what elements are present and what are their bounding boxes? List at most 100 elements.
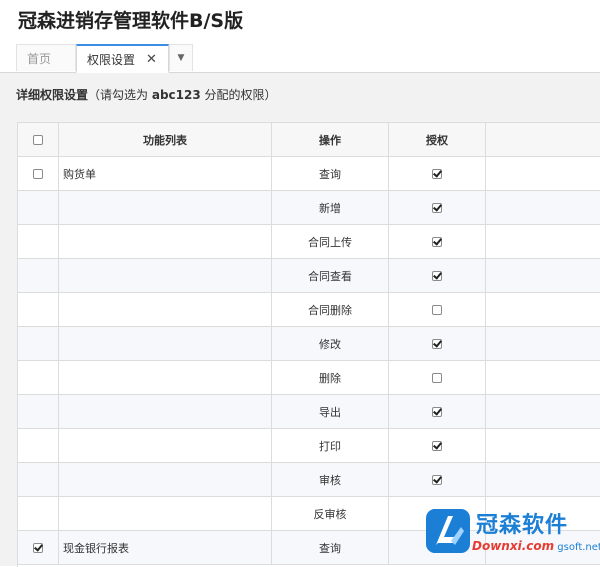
authorization-cell	[389, 191, 486, 225]
row-filler	[486, 191, 600, 225]
operation-cell: 打印	[272, 429, 389, 463]
row-select-cell	[18, 429, 59, 463]
table-row: 打印	[18, 429, 600, 463]
hint-close: 分配的权限）	[205, 88, 277, 102]
authorization-checkbox[interactable]	[432, 305, 442, 315]
function-cell	[59, 497, 272, 531]
table-row: 合同删除	[18, 293, 600, 327]
row-select-cell	[18, 497, 59, 531]
row-select-checkbox[interactable]	[33, 543, 43, 553]
tab-home[interactable]: 首页	[16, 44, 76, 71]
authorization-checkbox[interactable]	[432, 339, 442, 349]
function-name	[59, 371, 63, 384]
table-row: 导出	[18, 395, 600, 429]
function-cell	[59, 327, 272, 361]
function-cell	[59, 395, 272, 429]
select-all-checkbox[interactable]	[33, 135, 43, 145]
authorization-checkbox[interactable]	[432, 407, 442, 417]
header-filler	[486, 123, 600, 157]
table-row: 审核	[18, 463, 600, 497]
authorization-cell	[389, 157, 486, 191]
function-cell	[59, 463, 272, 497]
header-select-cell	[18, 123, 59, 157]
row-select-cell	[18, 463, 59, 497]
table-row: 新增	[18, 191, 600, 225]
function-name	[59, 405, 63, 418]
row-filler	[486, 225, 600, 259]
function-cell	[59, 429, 272, 463]
row-filler	[486, 429, 600, 463]
row-filler	[486, 293, 600, 327]
row-select-cell	[18, 259, 59, 293]
operation-cell: 新增	[272, 191, 389, 225]
authorization-checkbox[interactable]	[432, 203, 442, 213]
authorization-checkbox[interactable]	[432, 441, 442, 451]
permission-table: 功能列表 操作 授权 购货单查询新增合同上传合同查看合同删除修改删除导出打印审核…	[18, 123, 600, 565]
section-label: 详细权限设置	[16, 88, 88, 102]
tab-bar: 首页 权限设置 ✕ ▼	[0, 42, 600, 73]
close-icon[interactable]: ✕	[146, 52, 157, 67]
authorization-checkbox[interactable]	[432, 169, 442, 179]
tab-permission-label: 权限设置	[87, 51, 135, 68]
hint-open: （请勾选为	[88, 88, 148, 102]
row-select-cell	[18, 157, 59, 191]
row-filler	[486, 463, 600, 497]
permission-grid: 功能列表 操作 授权 购货单查询新增合同上传合同查看合同删除修改删除导出打印审核…	[17, 122, 600, 567]
authorization-checkbox[interactable]	[432, 373, 442, 383]
operation-cell: 合同删除	[272, 293, 389, 327]
authorization-checkbox[interactable]	[432, 543, 442, 553]
header-authorization: 授权	[389, 123, 486, 157]
function-name	[59, 507, 63, 520]
operation-cell: 审核	[272, 463, 389, 497]
operation-cell: 导出	[272, 395, 389, 429]
header-operation: 操作	[272, 123, 389, 157]
operation-cell: 合同上传	[272, 225, 389, 259]
authorization-cell	[389, 361, 486, 395]
function-cell	[59, 191, 272, 225]
table-row: 合同查看	[18, 259, 600, 293]
row-filler	[486, 157, 600, 191]
row-select-cell	[18, 293, 59, 327]
function-name	[59, 337, 63, 350]
app-title: 冠森进销存管理软件B/S版	[18, 6, 243, 33]
tab-home-label: 首页	[27, 50, 51, 67]
authorization-cell	[389, 531, 486, 565]
operation-cell: 删除	[272, 361, 389, 395]
row-select-cell	[18, 327, 59, 361]
function-cell	[59, 293, 272, 327]
row-filler	[486, 395, 600, 429]
table-row: 合同上传	[18, 225, 600, 259]
authorization-cell	[389, 497, 486, 531]
authorization-cell	[389, 259, 486, 293]
function-cell	[59, 259, 272, 293]
authorization-cell	[389, 429, 486, 463]
table-row: 现金银行报表 查询	[18, 531, 600, 565]
authorization-checkbox[interactable]	[432, 475, 442, 485]
authorization-checkbox[interactable]	[432, 271, 442, 281]
function-name: 购货单	[59, 168, 96, 181]
table-row: 删除	[18, 361, 600, 395]
tab-permission-settings[interactable]: 权限设置 ✕	[76, 44, 169, 73]
authorization-cell	[389, 395, 486, 429]
row-select-cell	[18, 361, 59, 395]
table-header-row: 功能列表 操作 授权	[18, 123, 600, 157]
function-name: 现金银行报表	[59, 542, 129, 555]
row-select-cell	[18, 531, 59, 565]
table-row: 反审核	[18, 497, 600, 531]
operation-cell: 查询	[272, 531, 389, 565]
table-row: 购货单查询	[18, 157, 600, 191]
row-filler	[486, 531, 600, 565]
authorization-checkbox[interactable]	[432, 237, 442, 247]
chevron-down-icon[interactable]: ▼	[169, 44, 193, 71]
authorization-cell	[389, 463, 486, 497]
operation-cell: 合同查看	[272, 259, 389, 293]
header-function-list: 功能列表	[59, 123, 272, 157]
row-filler	[486, 361, 600, 395]
function-name	[59, 235, 63, 248]
function-cell: 现金银行报表	[59, 531, 272, 565]
row-select-cell	[18, 395, 59, 429]
row-filler	[486, 327, 600, 361]
row-select-checkbox[interactable]	[33, 169, 43, 179]
authorization-checkbox[interactable]	[432, 509, 442, 519]
function-name	[59, 201, 63, 214]
